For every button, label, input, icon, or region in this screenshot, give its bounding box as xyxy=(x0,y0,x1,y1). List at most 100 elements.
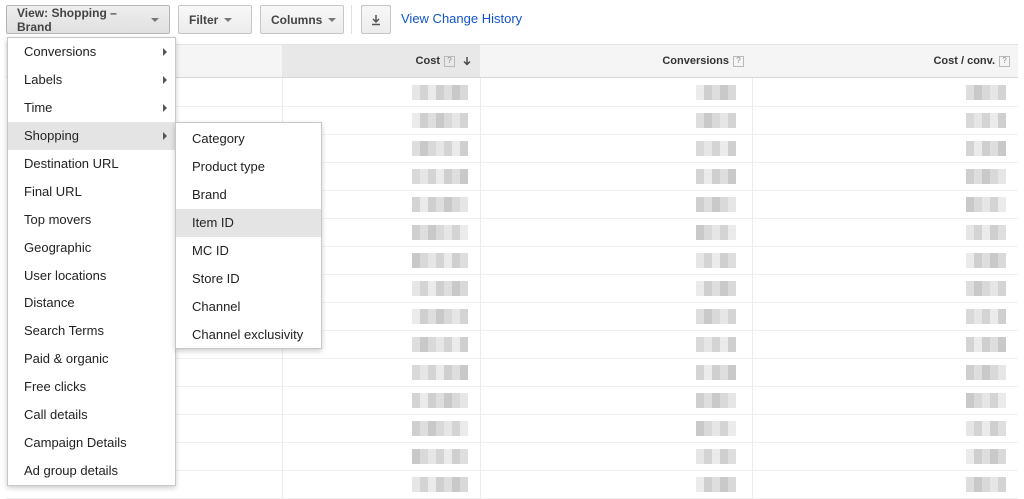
sort-descending-icon xyxy=(463,57,471,66)
redacted-value xyxy=(696,225,736,240)
redacted-value xyxy=(412,169,468,184)
help-icon[interactable]: ? xyxy=(999,55,1010,67)
menu-item-label: User locations xyxy=(24,267,107,283)
menu-item-label: Search Terms xyxy=(24,323,104,339)
menu-item-label: Free clicks xyxy=(24,379,87,395)
submenu-item-product-type[interactable]: Product type xyxy=(176,153,321,181)
redacted-value xyxy=(696,309,736,324)
menu-item-paid-organic[interactable]: Paid & organic xyxy=(8,345,175,373)
redacted-value xyxy=(412,85,468,100)
chevron-right-icon xyxy=(163,47,167,56)
filter-label: Filter xyxy=(189,12,219,27)
columns-label: Columns xyxy=(271,12,323,27)
menu-item-label: Item ID xyxy=(192,215,234,231)
redacted-value xyxy=(412,309,468,324)
menu-item-call-details[interactable]: Call details xyxy=(8,401,175,429)
menu-item-label: Ad group details xyxy=(24,462,118,478)
submenu-item-item-id[interactable]: Item ID xyxy=(176,208,321,237)
menu-item-ad-group-details[interactable]: Ad group details xyxy=(8,456,175,484)
chevron-down-icon xyxy=(224,17,233,22)
menu-item-destination-url[interactable]: Destination URL xyxy=(8,150,175,178)
menu-item-label: Geographic xyxy=(24,239,92,255)
menu-item-distance[interactable]: Distance xyxy=(8,289,175,317)
redacted-value xyxy=(696,141,736,156)
redacted-value xyxy=(966,141,1006,156)
redacted-value xyxy=(966,113,1006,128)
view-dropdown-label: View: Shopping – Brand xyxy=(17,5,117,34)
download-button[interactable] xyxy=(361,5,391,34)
menu-item-time[interactable]: Time xyxy=(8,94,175,122)
submenu-item-mc-id[interactable]: MC ID xyxy=(176,237,321,265)
chevron-right-icon xyxy=(163,75,167,84)
redacted-value xyxy=(412,225,468,240)
menu-item-labels[interactable]: Labels xyxy=(8,66,175,94)
help-icon[interactable]: ? xyxy=(444,55,455,67)
submenu-item-channel[interactable]: Channel xyxy=(176,292,321,320)
redacted-value xyxy=(696,477,736,492)
shopping-submenu: Category Product type Brand Item ID MC ID Sto… xyxy=(175,122,322,349)
chevron-right-icon xyxy=(163,103,167,112)
columns-button[interactable]: Columns xyxy=(260,5,344,34)
menu-item-label: Channel xyxy=(192,298,241,314)
view-change-history-link[interactable]: View Change History xyxy=(401,11,522,26)
redacted-value xyxy=(696,85,736,100)
menu-item-shopping[interactable]: Shopping xyxy=(8,121,175,150)
menu-item-top-movers[interactable]: Top movers xyxy=(8,205,175,233)
redacted-value xyxy=(412,197,468,212)
chevron-down-icon xyxy=(151,17,159,22)
redacted-value xyxy=(966,309,1006,324)
chevron-down-icon xyxy=(328,17,337,22)
menu-item-label: Product type xyxy=(192,159,265,175)
menu-item-label: Store ID xyxy=(192,270,240,286)
redacted-value xyxy=(966,365,1006,380)
column-header-cost-per-conv-label: Cost / conv. xyxy=(933,55,995,67)
redacted-value xyxy=(412,477,468,492)
redacted-value xyxy=(696,365,736,380)
redacted-value xyxy=(966,197,1006,212)
redacted-value xyxy=(966,449,1006,464)
menu-item-label: Campaign Details xyxy=(24,434,127,450)
menu-item-search-terms[interactable]: Search Terms xyxy=(8,317,175,345)
redacted-value xyxy=(696,337,736,352)
redacted-value xyxy=(696,449,736,464)
redacted-value xyxy=(696,393,736,408)
menu-item-conversions[interactable]: Conversions xyxy=(8,38,175,66)
redacted-value xyxy=(966,169,1006,184)
redacted-value xyxy=(696,281,736,296)
column-header-conversions[interactable]: Conversions ? xyxy=(480,45,752,78)
menu-item-geographic[interactable]: Geographic xyxy=(8,233,175,261)
menu-item-label: Shopping xyxy=(24,128,79,144)
filter-button[interactable]: Filter xyxy=(178,5,252,34)
submenu-item-category[interactable]: Category xyxy=(176,125,321,153)
help-icon[interactable]: ? xyxy=(733,55,744,67)
column-header-cost[interactable]: Cost ? xyxy=(282,45,480,78)
menu-item-user-locations[interactable]: User locations xyxy=(8,261,175,289)
toolbar-divider xyxy=(351,5,352,34)
redacted-value xyxy=(966,225,1006,240)
menu-item-free-clicks[interactable]: Free clicks xyxy=(8,373,175,401)
redacted-value xyxy=(412,449,468,464)
menu-item-label: Time xyxy=(24,100,53,116)
menu-item-label: Final URL xyxy=(24,183,82,199)
view-dropdown-menu: Conversions Labels Time Shopping Destination… xyxy=(7,37,176,486)
redacted-value xyxy=(412,421,468,436)
redacted-value xyxy=(966,393,1006,408)
menu-item-label: Destination URL xyxy=(24,156,119,171)
menu-item-final-url[interactable]: Final URL xyxy=(8,177,175,205)
submenu-item-brand[interactable]: Brand xyxy=(176,181,321,209)
redacted-value xyxy=(412,393,468,408)
menu-item-label: Call details xyxy=(24,407,88,423)
redacted-value xyxy=(966,281,1006,296)
redacted-value xyxy=(696,197,736,212)
view-dropdown-button[interactable]: View: Shopping – Brand xyxy=(6,5,170,34)
submenu-item-channel-exclusivity[interactable]: Channel exclusivity xyxy=(176,320,321,348)
menu-item-label: Category xyxy=(192,131,245,147)
redacted-value xyxy=(966,477,1006,492)
menu-item-campaign-details[interactable]: Campaign Details xyxy=(8,428,175,456)
download-icon xyxy=(372,14,380,25)
redacted-value xyxy=(412,113,468,128)
column-header-cost-per-conv[interactable]: Cost / conv. ? xyxy=(752,45,1018,78)
submenu-item-store-id[interactable]: Store ID xyxy=(176,264,321,292)
redacted-value xyxy=(696,253,736,268)
menu-item-label: Conversions xyxy=(24,44,97,60)
